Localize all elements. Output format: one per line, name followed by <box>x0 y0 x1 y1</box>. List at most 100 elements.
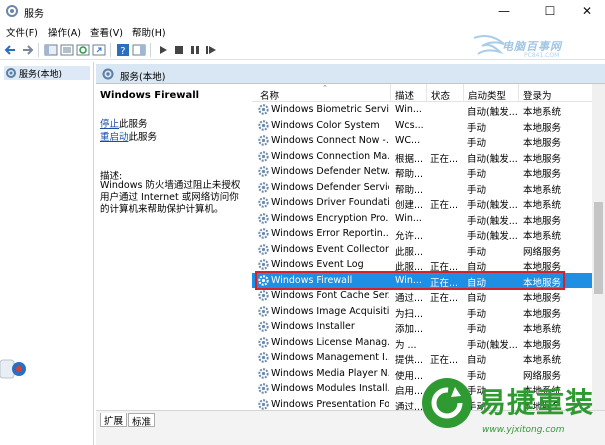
service-startup-type: 手动 <box>467 324 487 335</box>
service-log-on-as: 本地服务 <box>523 308 562 320</box>
gear-icon <box>102 68 114 80</box>
service-row[interactable]: Windows Color System Wcs... 手动 本地服务 <box>252 118 605 134</box>
service-row[interactable]: Windows Biometric Servi... Win... 自动(触发...… <box>252 102 605 118</box>
column-status[interactable]: 状态 <box>431 88 450 102</box>
service-row[interactable]: Windows Connection Ma... 根据... 正在... 自动(触发.… <box>252 149 605 165</box>
menu-action[interactable]: 操作(A) <box>48 25 81 39</box>
service-log-on-as: 网络服务 <box>523 246 562 258</box>
show-action-pane-icon[interactable] <box>132 43 146 57</box>
column-divider[interactable] <box>518 84 519 102</box>
properties-list-icon[interactable] <box>60 43 74 57</box>
service-name: Windows Encryption Pro... <box>271 212 389 224</box>
service-row[interactable]: Windows Firewall Win... 正在... 自动 本地服务 <box>252 272 605 289</box>
service-name: Windows Firewall <box>271 274 353 286</box>
column-divider[interactable] <box>390 84 391 102</box>
service-description: 允许... <box>395 231 424 242</box>
service-startup-type: 自动(触发... <box>467 153 518 165</box>
help-icon[interactable]: ? <box>116 43 130 57</box>
menu-help[interactable]: 帮助(H) <box>132 25 166 39</box>
service-row[interactable]: Windows Event Log 此服... 正在... 自动 本地服务 <box>252 257 605 273</box>
service-row[interactable]: Windows Error Reportin... 允许... 手动(触发... 本地… <box>252 226 605 242</box>
side-widget[interactable] <box>0 358 30 380</box>
service-startup-type: 手动(触发... <box>467 339 518 351</box>
service-description: 根据... <box>395 153 424 165</box>
tab-extended[interactable]: 扩展 <box>100 413 128 427</box>
service-description: 添加... <box>395 324 424 335</box>
gear-icon <box>258 336 269 348</box>
restart-service-suffix: 此服务 <box>128 132 158 143</box>
service-startup-type: 手动 <box>467 169 487 180</box>
export-list-icon[interactable] <box>92 43 106 57</box>
service-description: WC... <box>395 135 421 146</box>
logo-brand-text: 易捷重装 <box>478 386 595 419</box>
service-row[interactable]: Windows Defender Service 帮助... 手动 本地系统 <box>252 180 605 196</box>
service-startup-type: 自动 <box>467 293 487 304</box>
vertical-scrollbar[interactable] <box>592 84 605 410</box>
forward-arrow-icon[interactable] <box>20 43 34 57</box>
pause-service-icon[interactable] <box>188 43 202 57</box>
service-description: 帮助... <box>395 169 424 180</box>
menu-file[interactable]: 文件(F) <box>6 25 38 39</box>
stop-service-line: 停止此服务 <box>100 116 148 130</box>
service-row[interactable]: Windows Font Cache Ser... 通过... 正在... 自动 本地服… <box>252 288 605 304</box>
minimize-button[interactable]: — <box>486 0 522 22</box>
close-button[interactable]: ✕ <box>569 0 605 22</box>
back-arrow-icon[interactable] <box>4 43 18 57</box>
service-log-on-as: 本地服务 <box>523 339 562 351</box>
column-name[interactable]: 名称 <box>260 88 279 102</box>
service-row[interactable]: Windows Connect Now -... WC... 手动 本地服务 <box>252 133 605 149</box>
gear-icon <box>258 274 269 286</box>
service-log-on-as: 本地服务 <box>523 122 562 134</box>
restart-service-line: 重启动此服务 <box>100 129 157 143</box>
gear-icon <box>258 259 269 270</box>
column-description[interactable]: 描述 <box>395 88 414 102</box>
column-log-on-as[interactable]: 登录为 <box>523 88 552 102</box>
tree-item-services-local[interactable]: 服务(本地) <box>4 66 90 80</box>
restart-service-icon[interactable] <box>204 43 218 57</box>
gear-icon <box>258 197 269 208</box>
start-service-icon[interactable] <box>156 43 170 57</box>
column-divider[interactable] <box>426 84 427 102</box>
service-description: 创建... <box>395 200 424 211</box>
service-log-on-as: 本地系统 <box>523 355 562 366</box>
service-description: 为扫... <box>395 308 424 320</box>
service-startup-type: 自动 <box>467 355 487 366</box>
service-name: Windows Color System <box>271 119 380 131</box>
service-name: Windows Defender Service <box>271 181 389 193</box>
service-log-on-as: 本地系统 <box>523 200 562 211</box>
maximize-button[interactable]: ☐ <box>532 0 568 22</box>
service-startup-type: 手动(触发... <box>467 231 518 242</box>
refresh-icon[interactable] <box>76 43 90 57</box>
service-description: Wcs... <box>395 119 424 131</box>
service-log-on-as: 本地服务 <box>523 215 562 227</box>
service-row[interactable]: Windows Event Collector 此服... 手动 网络服务 <box>252 242 605 258</box>
restart-service-link[interactable]: 重启动 <box>100 132 129 143</box>
menu-view[interactable]: 查看(V) <box>90 25 123 39</box>
service-description: Win... <box>395 104 422 115</box>
column-divider[interactable] <box>463 84 464 102</box>
refresh-arrow-icon <box>431 387 463 419</box>
service-row[interactable]: Windows Encryption Pro... Win... 手动(触发... 本… <box>252 211 605 227</box>
column-startup-type[interactable]: 启动类型 <box>468 88 506 102</box>
scrollbar-thumb[interactable] <box>594 202 603 294</box>
services-app-icon <box>6 5 18 17</box>
service-description: Win... <box>395 274 422 286</box>
stop-service-icon[interactable] <box>172 43 186 57</box>
tab-standard[interactable]: 标准 <box>128 413 156 428</box>
service-row[interactable]: Windows License Manag... 为 ... 手动(触发... 本地服… <box>252 335 605 351</box>
service-log-on-as: 本地服务 <box>523 277 562 289</box>
service-row[interactable]: Windows Driver Foundati... 创建... 正在... 手动(触… <box>252 195 605 211</box>
service-row[interactable]: Windows Image Acquisiti... 为扫... 手动 本地服务 <box>252 304 605 320</box>
service-status: 正在... <box>430 153 459 165</box>
gear-icon <box>258 166 269 177</box>
service-row[interactable]: Windows Management I... 提供... 正在... 自动 本地系统 <box>252 350 605 366</box>
toolbar-separator <box>38 43 39 57</box>
description-text: Windows 防火墙通过阻止未授权用户通过 Internet 或网络访问你的计… <box>100 180 241 215</box>
service-row[interactable]: Windows Defender Netw... 帮助... 手动 本地服务 <box>252 164 605 180</box>
service-row[interactable]: Windows Installer 添加... 手动 本地系统 <box>252 319 605 335</box>
gear-icon <box>258 305 269 317</box>
service-log-on-as: 本地服务 <box>523 138 562 149</box>
service-description: 为 ... <box>395 339 417 351</box>
show-tree-icon[interactable] <box>44 43 58 57</box>
logo-circle-icon <box>422 378 472 428</box>
